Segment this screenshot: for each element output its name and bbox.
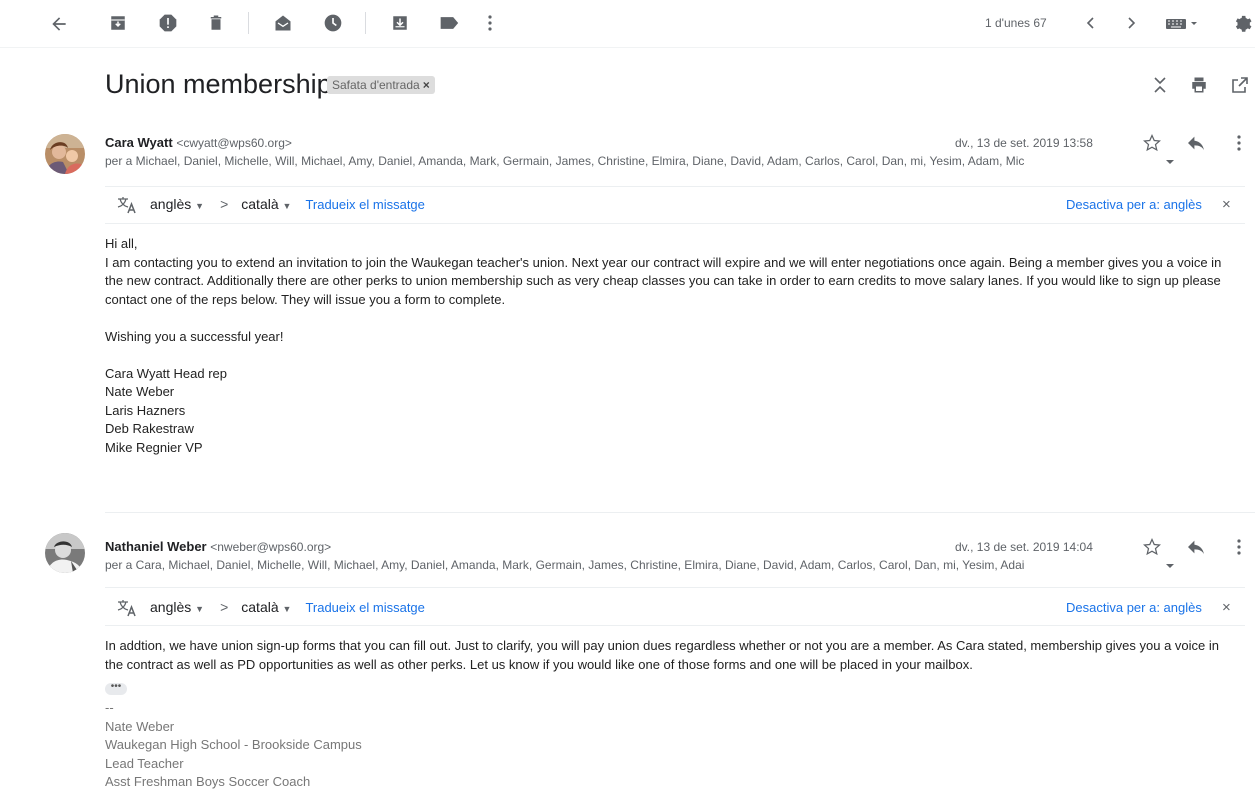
inbox-label-chip[interactable]: Safata d'entrada ×	[327, 76, 435, 94]
signature-line: --	[105, 700, 114, 715]
source-language: anglès	[150, 196, 192, 212]
body-line: Laris Hazners	[105, 402, 186, 418]
translate-arrow: >	[220, 599, 229, 615]
sender-email: <nweber@wps60.org>	[210, 540, 332, 554]
report-spam-icon[interactable]	[156, 11, 180, 35]
settings-icon[interactable]	[1229, 10, 1255, 36]
translate-message-link[interactable]: Tradueix el missatge	[305, 600, 424, 615]
body-line: Cara Wyatt Head rep	[105, 365, 227, 381]
sender-line: Cara Wyatt <cwyatt@wps60.org>	[105, 135, 292, 150]
label-icon[interactable]	[437, 11, 461, 35]
toolbar-divider	[365, 12, 366, 34]
toolbar-divider-line	[0, 47, 1255, 48]
source-language-select[interactable]: anglès ▼	[150, 599, 204, 615]
source-language: anglès	[150, 599, 192, 615]
body-line: Hi all,	[105, 236, 138, 251]
chevron-down-icon: ▼	[282, 604, 292, 614]
signature-line: Waukegan High School - Brookside Campus	[105, 737, 362, 752]
close-translate-bar-button[interactable]: ×	[1222, 599, 1231, 616]
recipients-text: per a Cara, Michael, Daniel, Michelle, W…	[105, 558, 1025, 572]
move-to-icon[interactable]	[388, 11, 412, 35]
remove-label-button[interactable]: ×	[423, 78, 430, 92]
sender-name[interactable]: Cara Wyatt	[105, 135, 173, 150]
sender-email: <cwyatt@wps60.org>	[176, 136, 292, 150]
disable-translation-link[interactable]: Desactiva per a: anglès	[1066, 600, 1202, 615]
target-language-select[interactable]: català ▼	[241, 196, 291, 212]
translate-message-link[interactable]: Tradueix el missatge	[305, 197, 424, 212]
body-paragraph: I am contacting you to extend an invitat…	[105, 254, 1222, 307]
target-language: català	[241, 196, 279, 212]
translate-bar: anglès ▼ > català ▼ Tradueix el missatge	[150, 599, 425, 615]
toolbar-divider	[248, 12, 249, 34]
reply-icon[interactable]	[1184, 131, 1208, 155]
sender-name[interactable]: Nathaniel Weber	[105, 539, 207, 554]
signature-line: Nate Weber	[105, 718, 175, 734]
new-window-icon[interactable]	[1228, 73, 1252, 97]
thread-subject: Union membership	[105, 69, 332, 99]
translate-arrow: >	[220, 196, 229, 212]
message-body: Hi all, I am contacting you to extend an…	[105, 235, 1240, 457]
prev-icon[interactable]	[1079, 11, 1101, 35]
translate-bar-top	[105, 587, 1245, 588]
translate-bar: anglès ▼ > català ▼ Tradueix el missatge	[150, 196, 425, 212]
disable-translation-link[interactable]: Desactiva per a: anglès	[1066, 197, 1202, 212]
signature-line: Lead Teacher	[105, 755, 184, 771]
more-vert-icon[interactable]	[482, 11, 498, 35]
translate-bar-bottom	[105, 625, 1245, 626]
keyboard-icon[interactable]	[1163, 11, 1203, 35]
archive-icon[interactable]	[106, 11, 130, 35]
translate-icon	[116, 194, 138, 216]
recipients-text: per a Michael, Daniel, Michelle, Will, M…	[105, 154, 1025, 168]
inbox-label-text: Safata d'entrada	[332, 78, 420, 92]
signature-line: Asst Freshman Boys Soccer Coach	[105, 774, 311, 789]
target-language: català	[241, 599, 279, 615]
source-language-select[interactable]: anglès ▼	[150, 196, 204, 212]
back-icon[interactable]	[46, 11, 72, 37]
body-paragraph: In addtion, we have union sign-up forms …	[105, 638, 1220, 672]
close-translate-bar-button[interactable]: ×	[1222, 196, 1231, 213]
star-icon[interactable]	[1140, 131, 1164, 155]
chevron-down-icon: ▼	[195, 604, 205, 614]
mark-unread-icon[interactable]	[271, 11, 295, 35]
recipients[interactable]: per a Cara, Michael, Daniel, Michelle, W…	[105, 558, 1165, 572]
body-line: Wishing you a successful year!	[105, 328, 284, 344]
target-language-select[interactable]: català ▼	[241, 599, 291, 615]
translate-bar-bottom	[105, 223, 1245, 224]
pager-count: 1 d'unes 67	[985, 16, 1047, 30]
recipients-expand-icon[interactable]	[1163, 559, 1177, 573]
print-icon[interactable]	[1187, 73, 1211, 97]
star-icon[interactable]	[1140, 535, 1164, 559]
message-body: In addtion, we have union sign-up forms …	[105, 637, 1240, 792]
recipients[interactable]: per a Michael, Daniel, Michelle, Will, M…	[105, 154, 1165, 168]
body-line: Deb Rakestraw	[105, 421, 194, 436]
sender-avatar[interactable]	[45, 533, 85, 573]
body-line: Mike Regnier VP	[105, 439, 203, 455]
show-trimmed-content-button[interactable]: •••	[105, 682, 127, 695]
message-divider	[105, 512, 1255, 513]
recipients-expand-icon[interactable]	[1163, 155, 1177, 169]
chevron-down-icon: ▼	[195, 201, 205, 211]
translate-icon	[116, 597, 138, 619]
sender-avatar[interactable]	[45, 134, 85, 174]
chevron-down-icon: ▼	[282, 201, 292, 211]
collapse-icon[interactable]	[1149, 73, 1171, 97]
snooze-icon[interactable]	[321, 11, 345, 35]
body-line: Nate Weber	[105, 384, 175, 399]
reply-icon[interactable]	[1184, 535, 1208, 559]
more-vert-icon[interactable]	[1231, 535, 1247, 559]
more-vert-icon[interactable]	[1231, 131, 1247, 155]
next-icon[interactable]	[1121, 11, 1143, 35]
translate-bar-top	[105, 186, 1245, 187]
message-date: dv., 13 de set. 2019 14:04	[955, 540, 1093, 554]
message-date: dv., 13 de set. 2019 13:58	[955, 136, 1093, 150]
sender-line: Nathaniel Weber <nweber@wps60.org>	[105, 539, 331, 554]
delete-icon[interactable]	[204, 11, 228, 35]
